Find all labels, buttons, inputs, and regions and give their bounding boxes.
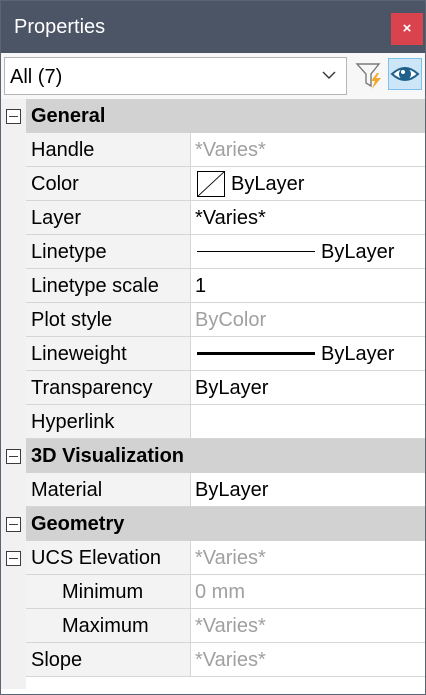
property-name: Linetype scale — [26, 269, 191, 302]
property-value[interactable]: *Varies* — [192, 133, 425, 166]
lineweight-sample-icon — [197, 352, 315, 355]
property-value[interactable]: ByLayer — [192, 167, 425, 200]
color-swatch-icon — [197, 171, 225, 197]
category-label: 3D Visualization — [31, 445, 185, 467]
quick-select-filter-icon[interactable] — [354, 59, 384, 91]
property-name-text: Hyperlink — [31, 411, 115, 433]
property-name-text: Plot style — [31, 309, 113, 331]
property-value-text: 0 mm — [195, 581, 245, 603]
property-name: Handle — [26, 133, 191, 166]
property-name: UCS Elevation — [26, 541, 191, 574]
row-slope: Slope *Varies* — [26, 643, 425, 677]
collapse-3d-visualization-icon[interactable] — [6, 449, 21, 464]
property-name: Transparency — [26, 371, 191, 404]
property-name-text: Lineweight — [31, 343, 127, 365]
category-general: General — [1, 99, 425, 133]
property-name: Lineweight — [26, 337, 191, 370]
close-button[interactable]: × — [391, 13, 423, 45]
property-value-text: 1 — [195, 275, 207, 297]
property-name: Maximum — [26, 609, 191, 642]
close-icon: × — [402, 20, 412, 37]
category-label: General — [31, 105, 106, 127]
property-name: Linetype — [26, 235, 191, 268]
property-name: Layer — [26, 201, 191, 234]
grid-gutter — [1, 99, 26, 689]
property-value[interactable]: ByLayer — [192, 473, 425, 506]
panel-title: Properties — [14, 16, 106, 38]
property-value[interactable]: *Varies* — [192, 643, 425, 676]
row-ucs-elevation: UCS Elevation *Varies* — [26, 541, 425, 575]
row-linetype: Linetype ByLayer — [26, 235, 425, 269]
row-maximum: Maximum *Varies* — [26, 609, 425, 643]
property-value[interactable]: ByLayer — [192, 337, 425, 370]
row-plot-style: Plot style ByColor — [26, 303, 425, 337]
collapse-general-icon[interactable] — [6, 109, 21, 124]
property-value[interactable]: ByLayer — [192, 235, 425, 268]
row-color: Color ByLayer — [26, 167, 425, 201]
property-value[interactable]: 0 mm — [192, 575, 425, 608]
property-name-text: Handle — [31, 139, 95, 161]
property-value[interactable]: *Varies* — [192, 609, 425, 642]
title-bar[interactable]: Properties × — [1, 1, 425, 53]
property-name: Slope — [26, 643, 191, 676]
property-value-text: *Varies* — [195, 649, 266, 671]
category-3d-visualization: 3D Visualization — [1, 439, 425, 473]
property-name-text: Material — [31, 479, 103, 501]
properties-panel: Properties × All (7) General Handle *Var… — [0, 0, 426, 695]
property-value-text: ByLayer — [231, 173, 305, 195]
row-handle: Handle *Varies* — [26, 133, 425, 167]
property-value[interactable]: 1 — [192, 269, 425, 302]
property-value[interactable]: ByColor — [192, 303, 425, 336]
property-name-text: Linetype scale — [31, 275, 159, 297]
category-geometry: Geometry — [1, 507, 425, 541]
row-layer: Layer *Varies* — [26, 201, 425, 235]
property-value-text: ByColor — [195, 309, 267, 331]
bottom-edge — [1, 689, 425, 694]
property-name: Hyperlink — [26, 405, 191, 438]
property-value-text: ByLayer — [321, 241, 395, 263]
property-name-text: Transparency — [31, 377, 153, 399]
property-name: Plot style — [26, 303, 191, 336]
row-hyperlink: Hyperlink — [26, 405, 425, 439]
selection-value: All (7) — [10, 66, 63, 88]
category-label: Geometry — [31, 513, 125, 535]
property-name-text: Maximum — [62, 615, 149, 637]
property-name-text: Layer — [31, 207, 82, 229]
property-name-text: Linetype — [31, 241, 107, 263]
property-value-text: *Varies* — [195, 547, 266, 569]
property-value-text: *Varies* — [195, 207, 266, 229]
toggle-pickadd-button[interactable] — [388, 58, 422, 90]
property-name-text: Color — [31, 173, 79, 195]
property-name: Material — [26, 473, 191, 506]
eye-icon — [390, 67, 420, 81]
row-lineweight: Lineweight ByLayer — [26, 337, 425, 371]
linetype-sample-icon — [197, 251, 315, 252]
row-minimum: Minimum 0 mm — [26, 575, 425, 609]
property-value-text: ByLayer — [195, 479, 269, 501]
property-name-text: UCS Elevation — [31, 547, 162, 569]
collapse-geometry-icon[interactable] — [6, 517, 21, 532]
property-value-text: *Varies* — [195, 139, 266, 161]
property-value-text: *Varies* — [195, 615, 266, 637]
property-name: Color — [26, 167, 191, 200]
toolbar: All (7) — [1, 53, 425, 99]
selection-dropdown[interactable]: All (7) — [4, 57, 347, 95]
row-transparency: Transparency ByLayer — [26, 371, 425, 405]
property-name-text: Minimum — [62, 581, 144, 603]
property-value[interactable] — [192, 405, 425, 438]
property-value[interactable]: ByLayer — [192, 371, 425, 404]
row-material: Material ByLayer — [26, 473, 425, 507]
chevron-down-icon — [322, 71, 336, 79]
property-name-text: Slope — [31, 649, 83, 671]
row-linetype-scale: Linetype scale 1 — [26, 269, 425, 303]
property-value[interactable]: *Varies* — [192, 201, 425, 234]
property-name: Minimum — [26, 575, 191, 608]
property-value-text: ByLayer — [321, 343, 395, 365]
property-value-text: ByLayer — [195, 377, 269, 399]
collapse-ucs-elevation-icon[interactable] — [6, 551, 21, 566]
property-value[interactable]: *Varies* — [192, 541, 425, 574]
